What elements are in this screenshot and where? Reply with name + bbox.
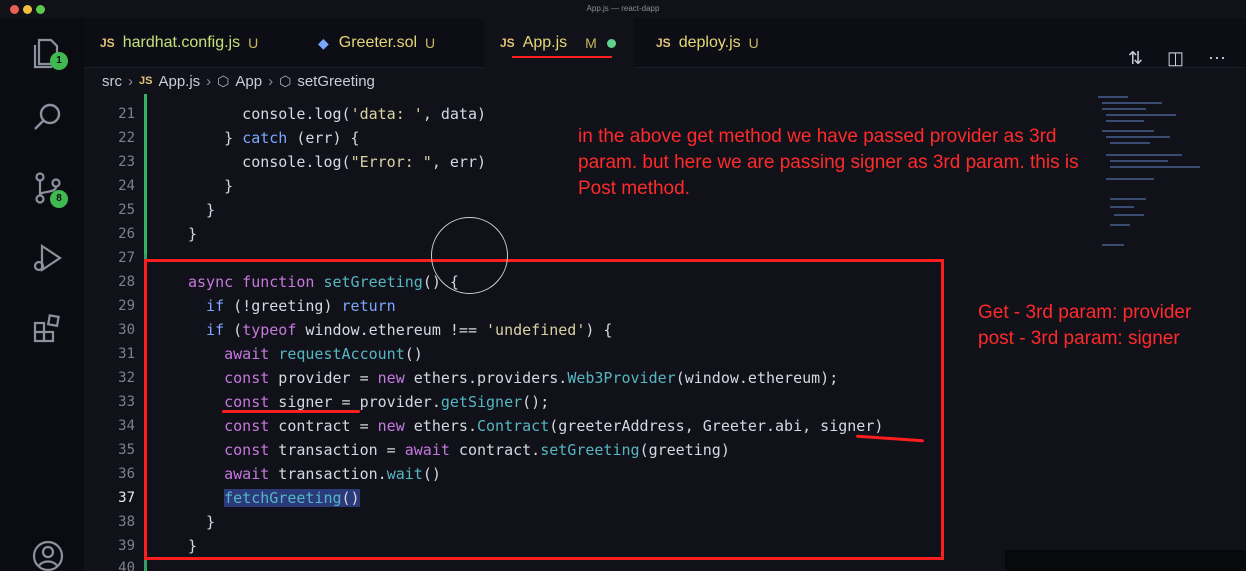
tab-deploy-js[interactable]: JS deploy.js U [640, 18, 800, 68]
line-number: 38 [118, 514, 135, 530]
code-text: console.log("Error: ", err) [188, 153, 487, 171]
tab-greeter-sol[interactable]: ◆ Greeter.sol U [302, 18, 480, 68]
tab-label: Greeter.sol [338, 34, 418, 51]
line-number: 35 [118, 442, 135, 458]
account-icon[interactable] [28, 536, 68, 571]
js-file-icon: JS [656, 36, 671, 50]
code-text: } [188, 177, 234, 195]
compare-changes-icon[interactable]: ⇅ [1128, 48, 1143, 69]
code-line: 26} [84, 222, 964, 246]
code-text: } [188, 225, 198, 243]
line-number: 28 [118, 274, 135, 290]
minimap[interactable] [1094, 94, 1234, 254]
line-number: 26 [118, 226, 135, 242]
line-number: 21 [118, 106, 135, 122]
split-editor-icon[interactable]: ◫ [1167, 48, 1184, 69]
breadcrumb: src › JS App.js › ⬡ App › ⬡ setGreeting [84, 68, 1246, 94]
tab-status: U [748, 35, 759, 51]
chevron-right-icon: › [128, 72, 133, 90]
annotation-note-params: Get - 3rd param: provider post - 3rd par… [978, 300, 1246, 352]
tab-hardhat-config[interactable]: JS hardhat.config.js U [84, 18, 302, 68]
annotation-underline-signer-decl [222, 410, 360, 413]
js-file-icon: JS [100, 36, 115, 50]
line-number: 33 [118, 394, 135, 410]
horizontal-scrollbar[interactable] [1005, 550, 1246, 571]
run-debug-icon[interactable] [28, 238, 68, 278]
symbol-cube-icon: ⬡ [279, 72, 292, 89]
line-number: 40 [118, 560, 135, 571]
explorer-badge: 1 [50, 52, 68, 70]
chevron-right-icon: › [268, 72, 274, 90]
breadcrumb-function[interactable]: setGreeting [297, 73, 375, 90]
annotation-note-top: in the above get method we have passed p… [578, 126, 1079, 199]
chevron-right-icon: › [206, 72, 212, 90]
line-number: 34 [118, 418, 135, 434]
line-number: 27 [118, 250, 135, 266]
annotation-underline-app-tab [512, 56, 612, 58]
js-file-icon: JS [500, 36, 515, 50]
tab-status: U [425, 35, 436, 51]
ethereum-icon: ◆ [318, 34, 329, 51]
js-file-icon: JS [139, 75, 153, 87]
breadcrumb-folder[interactable]: src [102, 73, 122, 90]
source-control-badge: 8 [50, 190, 68, 208]
tab-status: U [248, 35, 259, 51]
line-number: 32 [118, 370, 135, 386]
title-bar: App.js — react-dapp [0, 0, 1246, 18]
code-text: } catch (err) { [188, 129, 360, 147]
extensions-icon[interactable] [28, 308, 68, 348]
annotation-post-line: post - 3rd param: signer [978, 328, 1180, 349]
window-title: App.js — react-dapp [586, 4, 660, 13]
line-number: 22 [118, 130, 135, 146]
line-number: 24 [118, 178, 135, 194]
line-number: 39 [118, 538, 135, 554]
line-number: 31 [118, 346, 135, 362]
annotation-get-line: Get - 3rd param: provider [978, 302, 1192, 323]
tab-label: deploy.js [678, 34, 741, 51]
code-text: console.log('data: ', data) [188, 105, 487, 123]
line-number: 30 [118, 322, 135, 338]
tab-app-js[interactable]: JS App.js M [484, 18, 634, 68]
line-number: 36 [118, 466, 135, 482]
line-number: 29 [118, 298, 135, 314]
editor-actions: ⇅ ◫ ⋯ [1128, 48, 1226, 69]
search-icon[interactable] [28, 98, 68, 138]
symbol-cube-icon: ⬡ [217, 72, 230, 89]
line-number: 25 [118, 202, 135, 218]
more-actions-icon[interactable]: ⋯ [1208, 48, 1226, 69]
tab-status: M [585, 35, 597, 51]
breadcrumb-file[interactable]: App.js [158, 73, 200, 90]
activity-bar: 1 8 [0, 18, 84, 571]
code-text: } [188, 201, 216, 219]
editor-tabs: JS hardhat.config.js U ◆ Greeter.sol U J… [84, 18, 1246, 68]
mouse-cursor-highlight [431, 217, 508, 294]
tab-label: App.js [522, 34, 568, 51]
code-line: 21 console.log('data: ', data) [84, 102, 964, 126]
line-number: 37 [118, 490, 135, 506]
tab-label: hardhat.config.js [122, 34, 241, 51]
line-number: 23 [118, 154, 135, 170]
breadcrumb-component[interactable]: App [235, 73, 262, 90]
unsaved-dot-icon[interactable] [606, 38, 616, 48]
